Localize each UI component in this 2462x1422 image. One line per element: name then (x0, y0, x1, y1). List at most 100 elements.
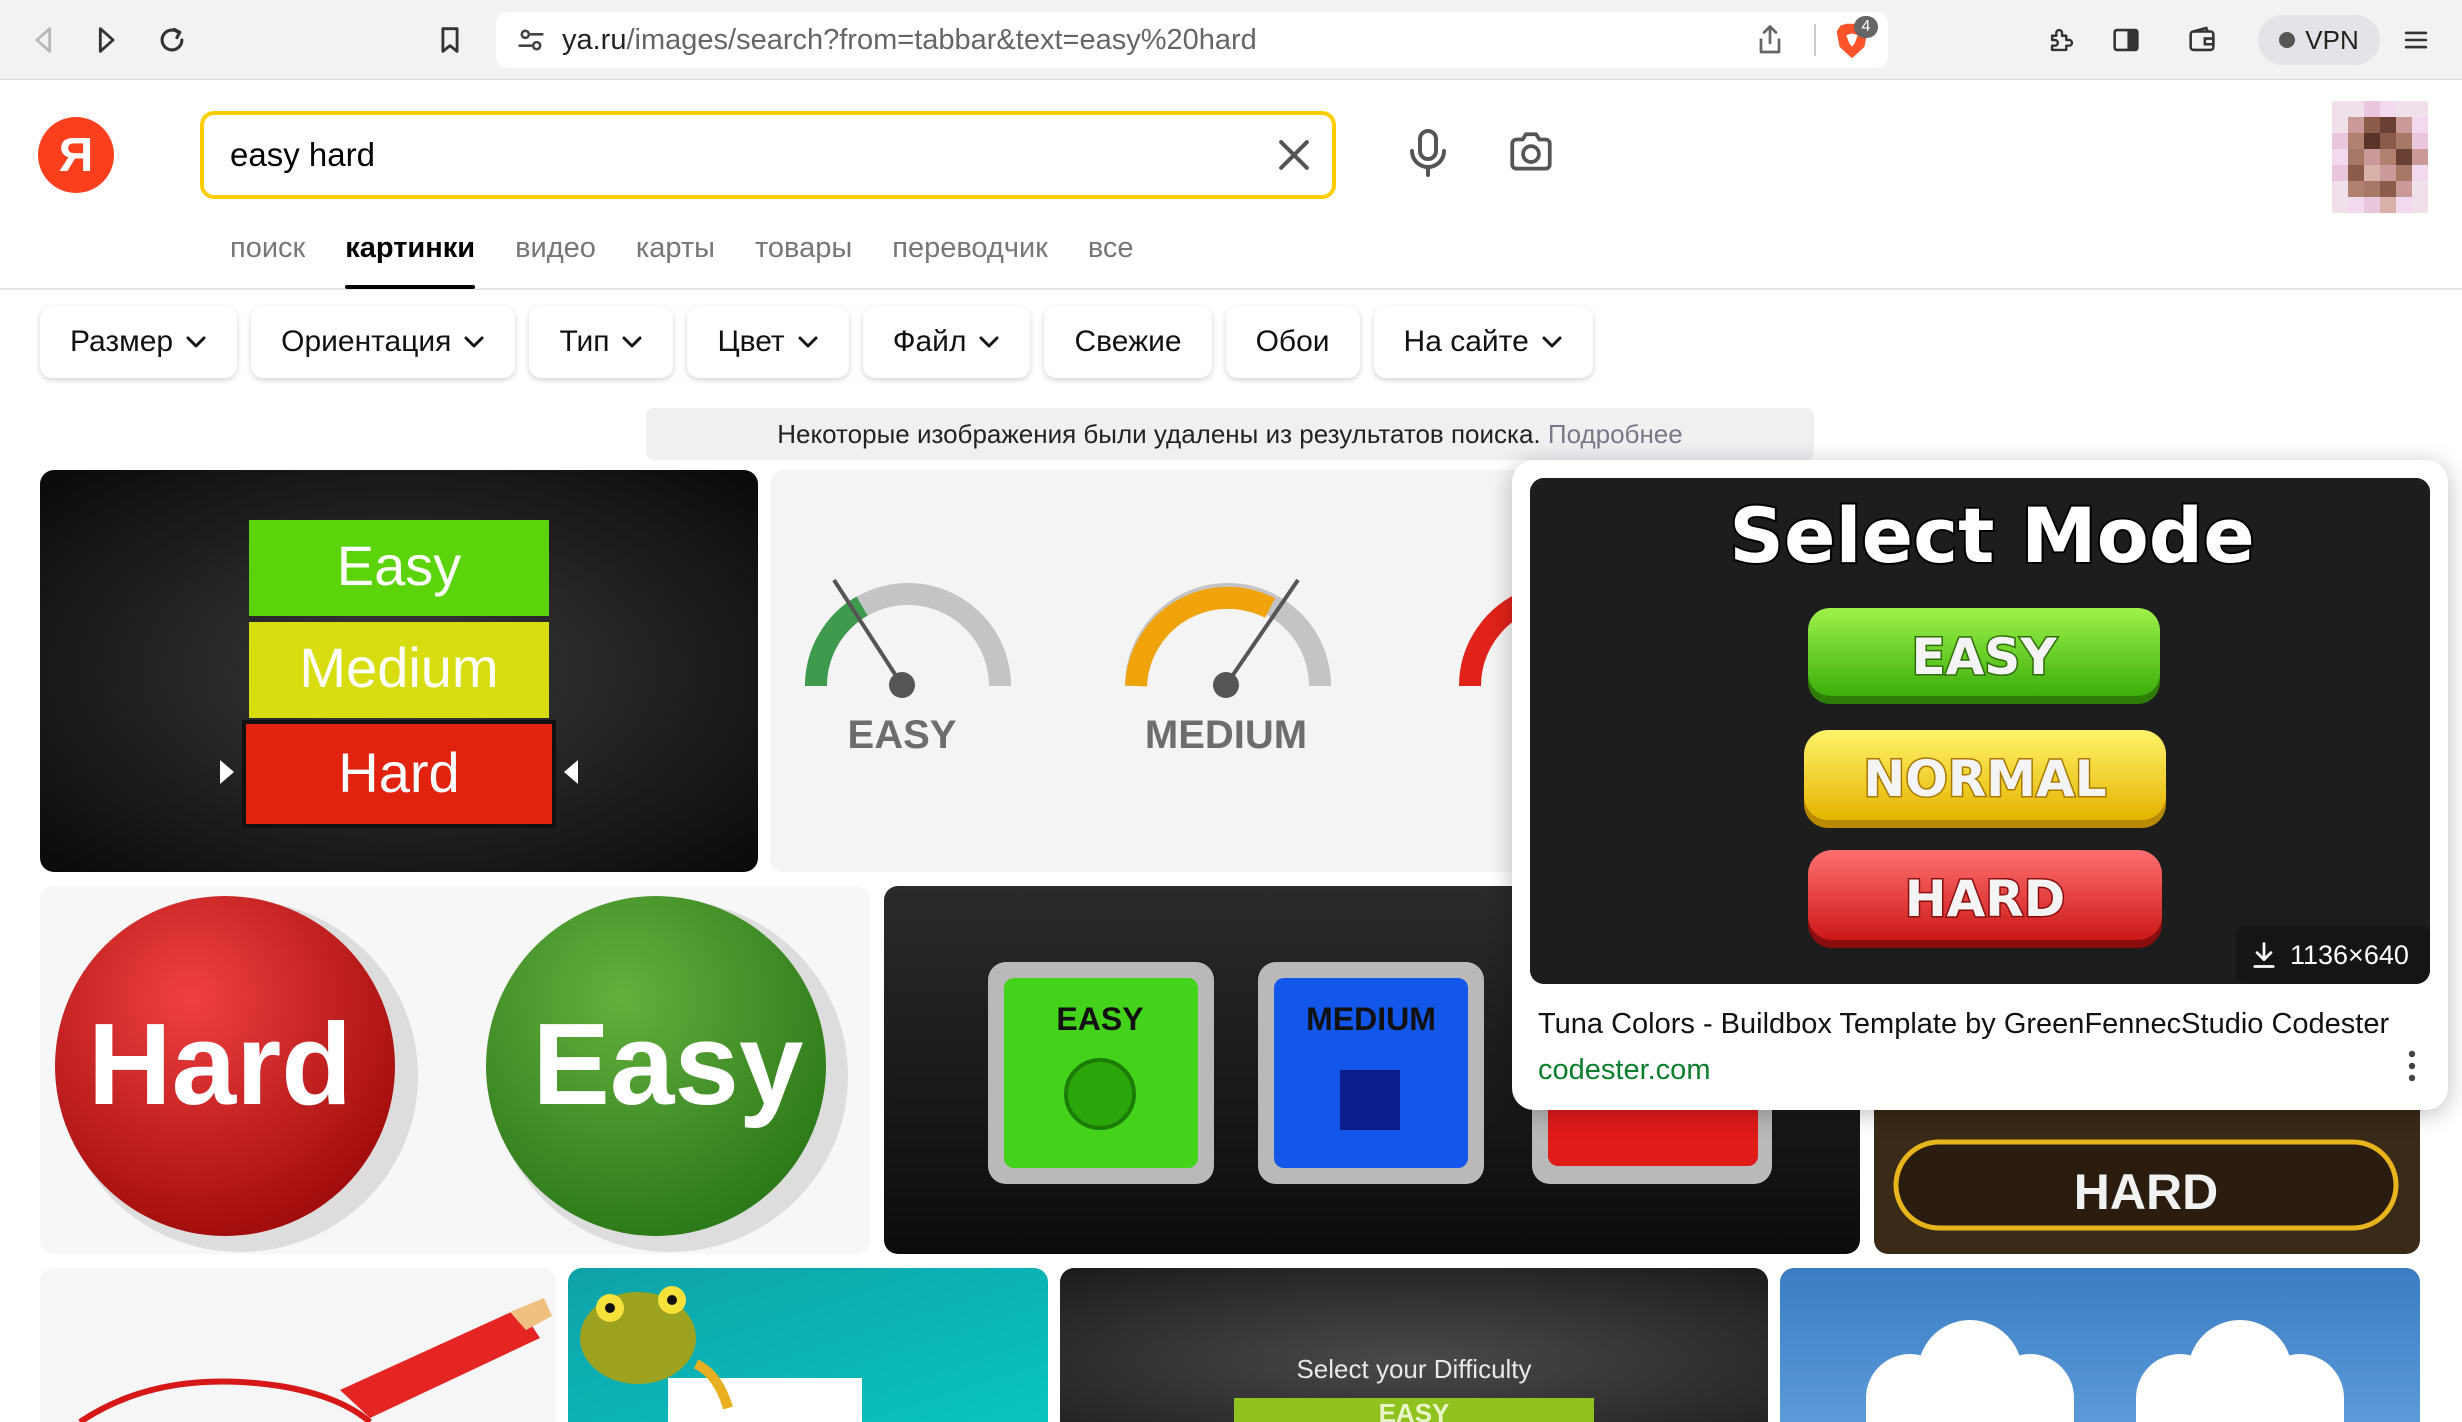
vpn-status-icon (2279, 32, 2296, 48)
filter-label: На сайте (1403, 325, 1529, 358)
notice-text: Некоторые изображения были удалены из ре… (777, 419, 1541, 449)
chevron-down-icon (622, 336, 642, 348)
reload-icon[interactable] (146, 14, 198, 66)
tab-search[interactable]: поиск (230, 223, 305, 289)
tile-2-image: EASY MEDIUM (770, 470, 1530, 872)
tab-video[interactable]: видео (515, 223, 596, 289)
chevron-down-icon (979, 336, 999, 348)
browser-toolbar: ya.ru/images/search?from=tabbar&text=eas… (0, 0, 2462, 80)
image-result-8[interactable]: Select your Difficulty EASY (1060, 1268, 1768, 1422)
tile-1-medium: Medium (299, 636, 498, 699)
download-size-badge[interactable]: 1136×640 (2236, 926, 2430, 984)
tile-1-hard: Hard (338, 741, 459, 804)
filter-fresh[interactable]: Свежие (1044, 306, 1212, 378)
yandex-logo[interactable]: Я (38, 117, 114, 193)
filter-bar: Размер Ориентация Тип Цвет Файл Свежие О… (40, 306, 1593, 378)
tile-5-image: HARD (1874, 1100, 2420, 1254)
preview-easy: EASY (1911, 628, 2057, 686)
chevron-down-icon (464, 336, 484, 348)
back-icon[interactable] (18, 14, 70, 66)
extensions-icon[interactable] (2036, 14, 2088, 66)
filter-label: Файл (892, 325, 967, 358)
tab-products[interactable]: товары (755, 223, 852, 289)
preview-normal: NORMAL (1863, 750, 2106, 808)
tab-translator[interactable]: переводчик (892, 223, 1048, 289)
filter-label: Свежие (1074, 325, 1182, 358)
filter-on-site[interactable]: На сайте (1373, 306, 1593, 378)
preview-image[interactable]: Select Mode EASY NORMAL HARD 1136×640 (1530, 478, 2430, 984)
filter-label: Цвет (717, 325, 785, 358)
filter-label: Тип (559, 325, 610, 358)
wallet-icon[interactable] (2176, 14, 2228, 66)
removed-results-notice: Некоторые изображения были удалены из ре… (646, 408, 1814, 460)
filter-size[interactable]: Размер (40, 306, 238, 378)
address-bar[interactable]: ya.ru/images/search?from=tabbar&text=eas… (496, 12, 1888, 68)
filter-label: Размер (70, 325, 174, 358)
preview-site-link[interactable]: codester.com (1538, 1054, 1710, 1087)
menu-icon[interactable] (2390, 14, 2442, 66)
tile-8-caption: Select your Difficulty (1296, 1354, 1531, 1384)
tile-4-medium: MEDIUM (1306, 1001, 1436, 1037)
image-result-3[interactable]: Hard Easy (40, 886, 870, 1254)
tile-3-image: Hard Easy (40, 886, 870, 1254)
tile-2-medium: MEDIUM (1145, 713, 1307, 757)
image-result-5[interactable]: HARD (1874, 1100, 2420, 1254)
tab-images[interactable]: картинки (345, 223, 475, 289)
preview-hard: HARD (1905, 870, 2066, 928)
user-avatar[interactable] (2332, 101, 2428, 213)
image-result-1[interactable]: Easy Medium Hard (40, 470, 758, 872)
microphone-icon[interactable] (1404, 127, 1452, 179)
filter-type[interactable]: Тип (529, 306, 674, 378)
url-separator (1814, 24, 1816, 56)
image-result-9[interactable] (1780, 1268, 2420, 1422)
share-icon[interactable] (1752, 22, 1788, 58)
tile-8-easy: EASY (1379, 1398, 1450, 1422)
filter-orientation[interactable]: Ориентация (251, 306, 516, 378)
image-preview-card[interactable]: Select Mode EASY NORMAL HARD 1136×640 Tu… (1512, 460, 2448, 1110)
tile-3-easy: Easy (533, 999, 804, 1129)
tile-3-hard: Hard (88, 999, 352, 1129)
filter-label: Обои (1255, 325, 1330, 358)
clear-search-icon[interactable] (1272, 133, 1316, 177)
url-text[interactable]: ya.ru/images/search?from=tabbar&text=eas… (562, 12, 1257, 68)
search-tabs: поиск картинки видео карты товары перево… (230, 223, 1134, 289)
preview-select-mode: Select Mode (1729, 491, 2255, 580)
filter-label: Ориентация (281, 325, 452, 358)
tile-2-easy: EASY (848, 713, 957, 757)
tile-1-easy: Easy (337, 534, 462, 597)
image-result-2[interactable]: EASY MEDIUM (770, 470, 1530, 872)
image-result-7[interactable] (568, 1268, 1048, 1422)
image-size: 1136×640 (2290, 939, 2409, 970)
tile-9-image (1780, 1268, 2420, 1422)
site-settings-icon[interactable] (514, 23, 548, 57)
tile-7-image (568, 1268, 1048, 1422)
download-icon (2253, 942, 2275, 968)
filter-file[interactable]: Файл (862, 306, 1031, 378)
preview-image-graphic: Select Mode EASY NORMAL HARD (1530, 478, 2430, 984)
camera-search-icon[interactable] (1506, 127, 1556, 177)
filter-wallpapers[interactable]: Обои (1225, 306, 1360, 378)
filter-color[interactable]: Цвет (687, 306, 849, 378)
search-input[interactable] (230, 115, 1230, 195)
sidebar-icon[interactable] (2100, 14, 2152, 66)
tile-1-image: Easy Medium Hard (40, 470, 758, 872)
image-result-6[interactable] (40, 1268, 556, 1422)
shields-count-badge: 4 (1854, 16, 1878, 38)
tile-4-easy: EASY (1056, 1001, 1143, 1037)
tab-all[interactable]: все (1088, 223, 1134, 289)
tile-6-image (40, 1268, 556, 1422)
search-box[interactable] (200, 111, 1336, 199)
tile-8-image: Select your Difficulty EASY (1060, 1268, 1768, 1422)
tile-5-hard: HARD (2074, 1164, 2218, 1220)
preview-title[interactable]: Tuna Colors - Buildbox Template by Green… (1538, 1008, 2389, 1041)
forward-icon[interactable] (80, 14, 132, 66)
chevron-down-icon (186, 336, 206, 348)
vpn-label: VPN (2305, 24, 2359, 55)
tab-maps[interactable]: карты (636, 223, 715, 289)
notice-more-link[interactable]: Подробнее (1548, 419, 1683, 449)
bookmark-icon[interactable] (424, 14, 476, 66)
url-path: /images/search?from=tabbar&text=easy%20h… (626, 24, 1257, 56)
more-options-icon[interactable] (2392, 1044, 2432, 1088)
vpn-button[interactable]: VPN (2258, 15, 2380, 65)
chevron-down-icon (798, 336, 818, 348)
